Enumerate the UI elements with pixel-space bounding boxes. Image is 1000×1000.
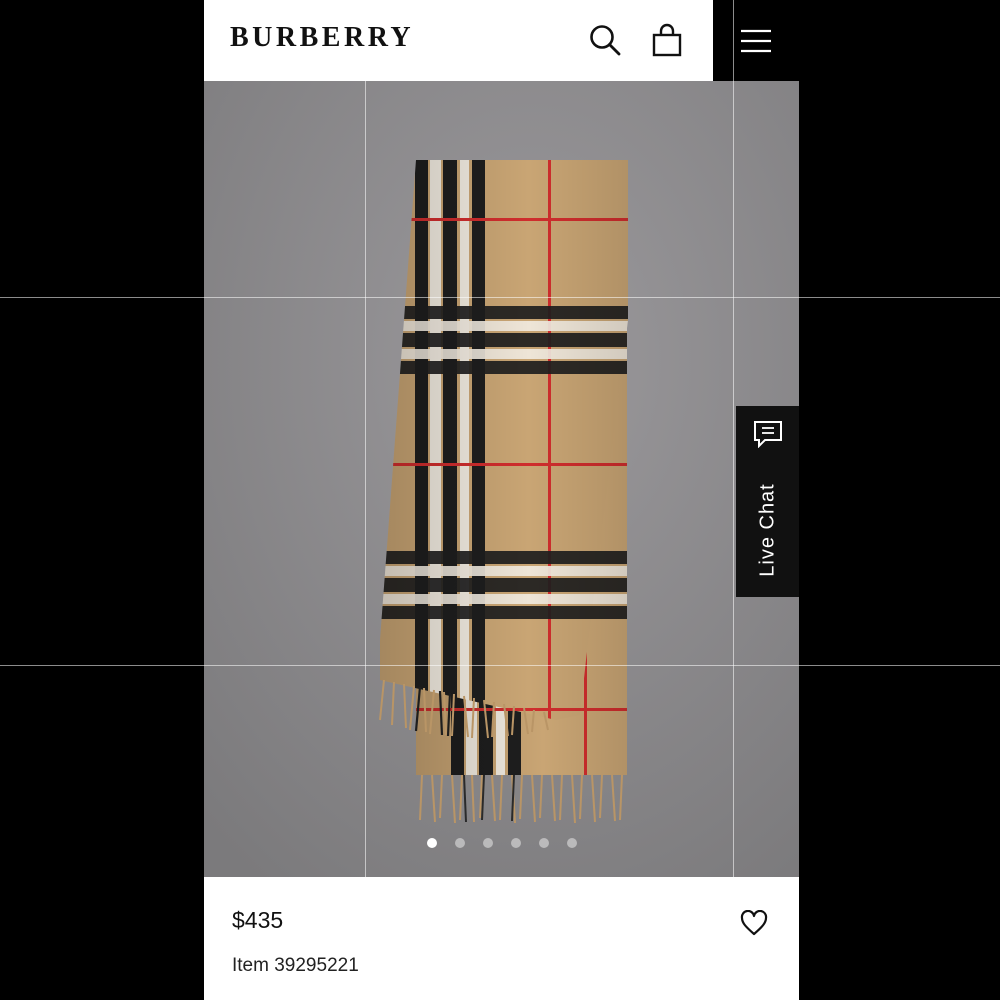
- product-price: $435: [232, 907, 284, 933]
- carousel-dot-4[interactable]: [510, 838, 521, 848]
- heart-icon: [740, 910, 768, 936]
- carousel-dot-6[interactable]: [566, 838, 577, 848]
- product-info: $435 Item 39295221: [204, 877, 799, 1000]
- site-header: BURBERRY: [204, 0, 799, 81]
- shopping-bag-icon: [652, 23, 682, 57]
- brand-logo[interactable]: BURBERRY: [230, 22, 414, 54]
- chat-icon: [754, 421, 782, 448]
- product-item-number: Item 39295221: [232, 955, 359, 976]
- search-button[interactable]: [585, 20, 625, 60]
- live-chat-button[interactable]: Live Chat: [736, 406, 799, 597]
- menu-icon: [741, 29, 771, 52]
- product-page: BURBERRY Live Chat $435 Item 39295221: [204, 0, 799, 1000]
- carousel-pagination: [204, 838, 799, 848]
- product-image-carousel[interactable]: [204, 81, 799, 877]
- wishlist-button[interactable]: [736, 905, 772, 941]
- menu-button[interactable]: [713, 0, 799, 81]
- carousel-dot-1[interactable]: [426, 838, 437, 848]
- shopping-bag-button[interactable]: [647, 20, 687, 60]
- search-icon: [590, 25, 621, 56]
- live-chat-label: Live Chat: [756, 483, 778, 577]
- carousel-dot-3[interactable]: [482, 838, 493, 848]
- carousel-dot-5[interactable]: [538, 838, 549, 848]
- scarf-product-image: [204, 81, 799, 877]
- carousel-dot-2[interactable]: [454, 838, 465, 848]
